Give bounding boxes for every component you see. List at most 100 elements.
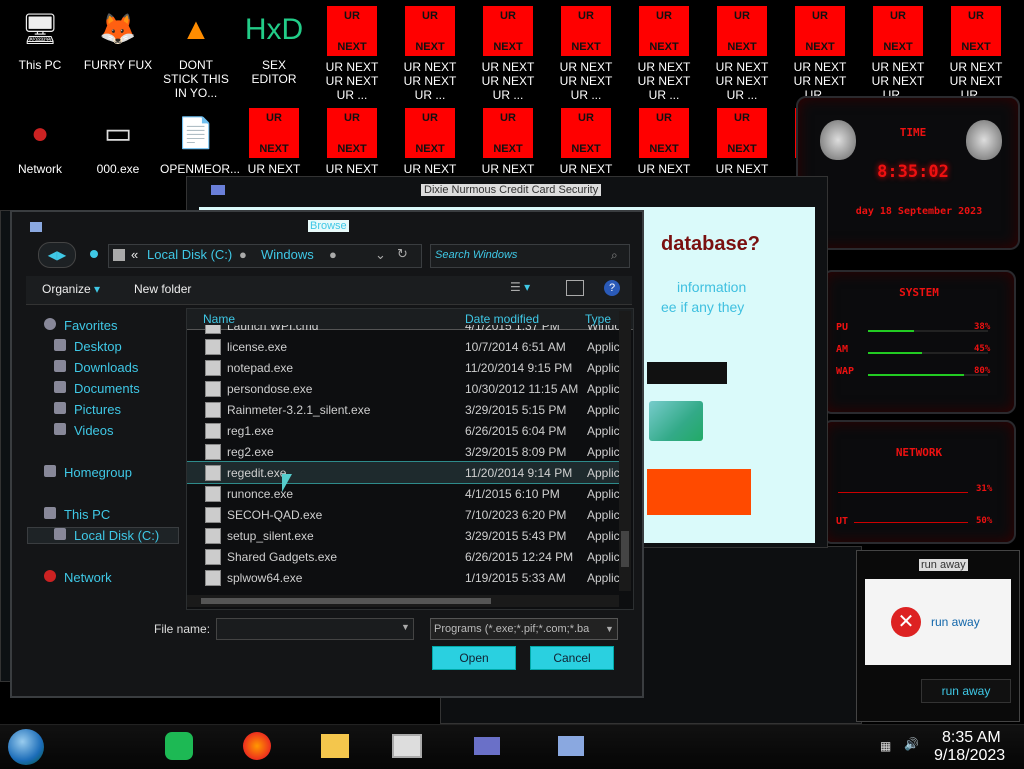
desktop-icon [54, 339, 66, 351]
file-row[interactable]: reg2.exe 3/29/2015 8:09 PM Applica [187, 441, 627, 462]
filename-dropdown-icon[interactable]: ▼ [401, 622, 410, 632]
ur-next-icon[interactable]: UR NEXT UR NEXT UR NEXT UR ... [628, 6, 700, 102]
open-button[interactable]: Open [432, 646, 516, 670]
desktop-icon[interactable]: 🦊 FURRY FUX [82, 6, 154, 73]
nav-item[interactable]: Downloads [54, 360, 138, 375]
window-app-icon[interactable] [390, 731, 424, 761]
filter-dropdown-icon[interactable]: ▼ [605, 619, 614, 639]
nav-item[interactable]: This PC [44, 507, 110, 522]
drive-icon [54, 528, 66, 540]
breadcrumb-windows[interactable]: Windows [261, 247, 314, 262]
ur-tile-bottom: NEXT [571, 143, 601, 155]
ur-next-icon[interactable]: UR NEXT UR NEXT UR NEXT UR ... [472, 6, 544, 102]
column-type[interactable]: Type [585, 312, 611, 326]
address-bar[interactable]: « Local Disk (C:) ● Windows ● ⌄ ↻ [108, 244, 422, 268]
run-away-button[interactable]: run away [921, 679, 1011, 703]
file-row[interactable]: regedit.exe 11/20/2014 9:14 PM Applica [187, 461, 627, 484]
card-input-field[interactable] [647, 362, 727, 384]
ur-next-icon[interactable]: UR NEXT UR NEXT UR NEXT UR ... [706, 6, 778, 102]
file-type-select[interactable]: Programs (*.exe;*.pif;*.com;*.ba ▼ [430, 618, 618, 640]
nav-item[interactable]: Local Disk (C:) [27, 527, 179, 544]
nav-item[interactable]: Favorites [44, 318, 117, 333]
ur-next-icon[interactable]: UR NEXT UR NEXT UR NEXT UR ... [394, 6, 466, 102]
credit-card-app-icon[interactable] [470, 731, 504, 761]
address-dropdown-icon[interactable]: ⌄ [375, 247, 386, 263]
file-name: reg2.exe [227, 444, 274, 459]
firefox-icon[interactable] [240, 731, 274, 761]
view-options-icon[interactable]: ☰ ▾ [510, 280, 530, 294]
horizontal-scrollbar[interactable] [187, 595, 619, 607]
nav-item-label: Desktop [74, 339, 122, 354]
ur-icon-label: UR NEXT UR NEXT UR ... [559, 60, 613, 102]
nav-item[interactable]: Homegroup [44, 465, 132, 480]
ur-tile-icon: UR NEXT [483, 6, 533, 56]
recent-pages-button[interactable] [90, 250, 98, 258]
help-icon[interactable]: ? [604, 280, 620, 296]
net-out-value: 50% [976, 516, 993, 526]
desktop-icon[interactable]: 📄 OPENMEOR... [160, 110, 240, 177]
tray-date[interactable]: 9/18/2023 [934, 747, 1005, 765]
vertical-scrollbar[interactable] [619, 311, 631, 591]
column-name[interactable]: Name [203, 312, 235, 326]
desktop-icon[interactable]: ▭ 000.exe [82, 110, 154, 177]
desktop-icon[interactable]: 🖥 This PC [4, 6, 76, 73]
nav-item[interactable]: Pictures [54, 402, 121, 417]
run-away-window[interactable]: run away ✕ run away run away [856, 550, 1020, 722]
system-gadget: SYSTEM PU 38% AM 45% WAP 80% [822, 270, 1016, 414]
breadcrumb-chevron-icon[interactable]: ● [239, 247, 247, 262]
error-icon: ✕ [891, 607, 921, 637]
browse-dialog[interactable]: Browse ◀▶ « Local Disk (C:) ● Windows ● … [10, 210, 644, 698]
filename-input[interactable]: ▼ [216, 618, 414, 640]
ur-tile-top: UR [812, 10, 828, 22]
file-row[interactable]: license.exe 10/7/2014 6:51 AM Applica [187, 336, 627, 357]
file-row[interactable]: Shared Gadgets.exe 6/26/2015 12:24 PM Appl… [187, 546, 627, 567]
nav-item[interactable]: Videos [54, 423, 114, 438]
file-row[interactable]: splwow64.exe 1/19/2015 5:33 AM Applica [187, 567, 627, 588]
hscroll-thumb[interactable] [201, 598, 491, 604]
new-folder-button[interactable]: New folder [134, 282, 191, 296]
nav-item[interactable]: Network [44, 570, 112, 585]
file-row[interactable]: persondose.exe 10/30/2012 11:15 AM Applica [187, 378, 627, 399]
file-row[interactable]: Rainmeter-3.2.1_silent.exe 3/29/2015 5:15… [187, 399, 627, 420]
tray-time[interactable]: 8:35 AM [942, 729, 1001, 747]
star-icon [44, 318, 56, 330]
spotify-icon[interactable] [162, 731, 196, 761]
scrollbar-thumb[interactable] [621, 531, 629, 567]
desktop-icon[interactable]: ▲ DONT STICK THIS IN YO... [160, 6, 232, 101]
search-input[interactable]: Search Windows ⌕ [430, 244, 630, 268]
ur-next-icon[interactable]: UR NEXT UR NEXT UR NEXT UR ... [940, 6, 1012, 102]
column-date[interactable]: Date modified [465, 312, 539, 326]
ur-next-icon[interactable]: UR NEXT UR NEXT UR NEXT UR ... [784, 6, 856, 102]
organize-button[interactable]: Organize ▾ [42, 282, 100, 296]
volume-icon[interactable]: 🔊 [904, 737, 919, 751]
start-button[interactable] [8, 729, 44, 765]
file-explorer-icon[interactable] [318, 731, 352, 761]
search-icon[interactable]: ⌕ [611, 248, 618, 263]
file-row[interactable]: runonce.exe 4/1/2015 6:10 PM Applica [187, 483, 627, 504]
file-row[interactable]: SECOH-QAD.exe 7/10/2023 6:20 PM Applica [187, 504, 627, 525]
nav-item[interactable]: Desktop [54, 339, 122, 354]
ur-next-icon[interactable]: UR NEXT UR NEXT UR NEXT UR ... [550, 6, 622, 102]
breadcrumb-chevron-icon[interactable]: ● [329, 247, 337, 262]
cpu-bar [868, 330, 988, 332]
desktop-icon[interactable]: HxD SEX EDITOR [238, 6, 310, 87]
search-placeholder: Search Windows [435, 249, 518, 261]
file-row[interactable]: notepad.exe 11/20/2014 9:15 PM Applica [187, 357, 627, 378]
refresh-icon[interactable]: ↻ [397, 246, 408, 262]
file-row[interactable]: reg1.exe 6/26/2015 6:04 PM Applica [187, 420, 627, 441]
exe-file-icon [205, 527, 221, 544]
ur-next-icon[interactable]: UR NEXT UR NEXT UR NEXT UR ... [316, 6, 388, 102]
breadcrumb-local-disk[interactable]: Local Disk (C:) [147, 247, 232, 262]
desktop-icon[interactable]: ● Network [4, 110, 76, 177]
cancel-button[interactable]: Cancel [530, 646, 614, 670]
back-button[interactable]: ◀▶ [38, 242, 76, 268]
ur-next-icon[interactable]: UR NEXT UR NEXT UR NEXT UR ... [862, 6, 934, 102]
submit-bar[interactable] [647, 469, 751, 515]
preview-pane-icon[interactable] [566, 280, 584, 296]
run-away-title: run away [919, 559, 968, 571]
file-row[interactable]: setup_silent.exe 3/29/2015 5:43 PM Applica [187, 525, 627, 546]
file-row[interactable]: Launch WPI.cmd 4/1/2015 1:37 PM Window [187, 325, 627, 336]
network-tray-icon[interactable]: ▦ [880, 739, 891, 753]
nav-item[interactable]: Documents [54, 381, 140, 396]
dialog-app-icon[interactable] [554, 731, 588, 761]
